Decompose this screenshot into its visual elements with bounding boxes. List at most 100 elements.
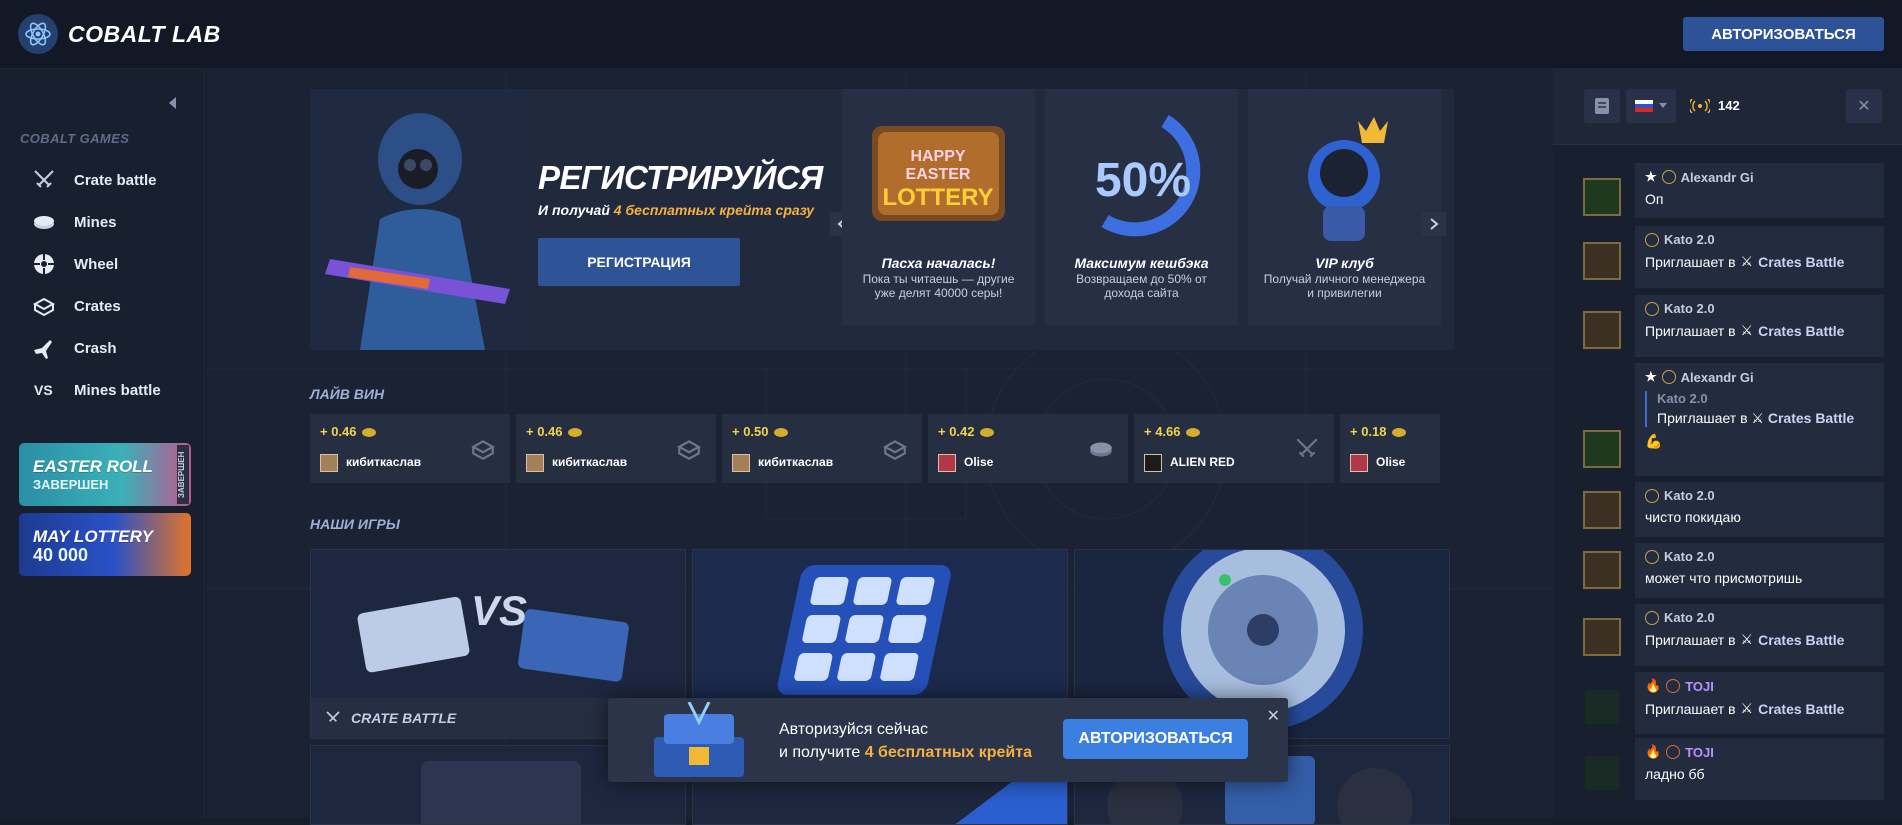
sidebar-item-wheel[interactable]: Wheel <box>30 249 118 279</box>
sidebar-item-mines-battle[interactable]: VS Mines battle <box>30 375 161 405</box>
russia-flag-icon <box>1635 100 1653 112</box>
register-button[interactable]: РЕГИСТРАЦИЯ <box>538 238 740 286</box>
avatar <box>320 454 338 472</box>
live-win-item[interactable]: + 4.66 ALIEN RED <box>1134 414 1334 483</box>
may-lottery-promo[interactable]: MAY LOTTERY 40 000 <box>19 513 191 576</box>
coin-icon <box>1391 428 1406 438</box>
promo-side-label: ЗАВЕРШЕН <box>177 445 189 504</box>
close-icon[interactable]: ✕ <box>1267 706 1280 726</box>
live-win-item[interactable]: + 0.46 кибиткаслав <box>310 414 510 483</box>
chat-text-prefix: Приглашает в <box>1645 631 1736 648</box>
live-win-item[interactable]: + 0.42 Olise <box>928 414 1128 483</box>
chat-rules-button[interactable] <box>1584 89 1620 123</box>
news-card-cashback[interactable]: 50% Максимум кешбэка Возвращаем до 50% о… <box>1045 89 1238 325</box>
crates-battle-link[interactable]: Crates Battle <box>1758 632 1844 648</box>
sidebar-item-crates[interactable]: Crates <box>30 291 121 321</box>
avatar <box>1144 454 1162 472</box>
live-win-item[interactable]: + 0.18 Olise <box>1340 414 1440 483</box>
win-username: кибиткаслав <box>552 455 628 469</box>
win-amount-value: + 0.18 <box>1350 424 1387 439</box>
avatar[interactable] <box>1583 242 1621 280</box>
easter-lottery-image: HAPPY EASTER LOTTERY <box>872 126 1005 221</box>
popup-highlight: 4 бесплатных крейта <box>864 744 1032 761</box>
chat-username[interactable]: 🔥 TOJI <box>1645 744 1874 760</box>
popup-line-1: Авторизуйся сейчас <box>779 721 928 738</box>
auth-popup: Авторизуйся сейчас и получите 4 бесплатн… <box>608 698 1288 782</box>
avatar[interactable] <box>1583 311 1621 349</box>
sidebar-item-crate-battle[interactable]: Crate battle <box>30 165 157 195</box>
chat-message: Kato 2.0 Приглашает в ⚔ Crates Battle <box>1635 295 1884 357</box>
language-select[interactable] <box>1626 89 1676 123</box>
star-icon: ★ <box>1645 369 1657 384</box>
chat-username[interactable]: ★ Alexandr Gi <box>1645 169 1874 185</box>
live-win-item[interactable]: + 0.46 кибиткаслав <box>516 414 716 483</box>
svg-text:50%: 50% <box>1095 154 1191 207</box>
win-amount: + 0.46 <box>320 424 376 439</box>
soldier-illustration <box>310 89 530 350</box>
avatar <box>1350 454 1368 472</box>
sidebar-item-label: Wheel <box>74 255 119 273</box>
chat-header: 142 ✕ <box>1553 69 1902 145</box>
coin-icon <box>773 428 788 438</box>
swords-icon <box>1296 438 1318 458</box>
reply-quote: Kato 2.0 Приглашает в ⚔ Crates Battle <box>1645 391 1874 427</box>
chat-message: 🔥 TOJI ладно бб <box>1635 738 1884 800</box>
avatar[interactable] <box>1583 551 1621 589</box>
logo[interactable]: COBALT LAB <box>18 14 221 54</box>
collapse-sidebar-icon[interactable] <box>169 97 176 109</box>
crates-battle-link[interactable]: Crates Battle <box>1768 410 1854 426</box>
crates-battle-link[interactable]: Crates Battle <box>1758 323 1844 339</box>
rank-badge-icon <box>1645 301 1659 316</box>
chat-username[interactable]: Kato 2.0 <box>1645 610 1874 625</box>
news-card-vip[interactable]: VIP клуб Получай личного менеджера и при… <box>1248 89 1441 325</box>
win-username: кибиткаслав <box>346 455 422 469</box>
avatar[interactable] <box>1583 754 1621 792</box>
live-win-item[interactable]: + 0.50 кибиткаслав <box>722 414 922 483</box>
chat-username-text: Kato 2.0 <box>1664 232 1715 247</box>
online-count: 142 <box>1718 98 1740 113</box>
news-description: Получай личного менеджера и привилегии <box>1263 272 1426 300</box>
sidebar-item-mines[interactable]: Mines <box>30 207 117 237</box>
sidebar-item-crash[interactable]: Crash <box>30 333 117 363</box>
chevron-down-icon <box>1659 103 1667 108</box>
popup-line-2-prefix: и получите <box>779 744 865 761</box>
chat-username[interactable]: Kato 2.0 <box>1645 488 1874 503</box>
crates-battle-link[interactable]: Crates Battle <box>1758 254 1844 270</box>
avatar[interactable] <box>1583 618 1621 656</box>
news-description: Пока ты читаешь — другие уже делят 40000… <box>862 272 1015 300</box>
chat-username-text: Kato 2.0 <box>1664 488 1715 503</box>
vs-icon: VS <box>30 376 58 404</box>
avatar <box>526 454 544 472</box>
wheel-icon <box>30 250 58 278</box>
next-slide-button[interactable] <box>1422 212 1446 236</box>
crate-battle-image: VS <box>311 550 685 700</box>
avatar[interactable] <box>1583 178 1621 216</box>
avatar[interactable] <box>1583 430 1621 468</box>
top-bar: COBALT LAB АВТОРИЗОВАТЬСЯ <box>0 0 1902 69</box>
promo-title: EASTER ROLL <box>33 457 153 476</box>
chat-username[interactable]: Kato 2.0 <box>1645 549 1874 564</box>
chat-username-text: Alexandr Gi <box>1680 169 1754 185</box>
close-chat-button[interactable]: ✕ <box>1846 89 1882 123</box>
win-amount-value: + 0.46 <box>320 424 357 439</box>
popup-login-button[interactable]: АВТОРИЗОВАТЬСЯ <box>1063 719 1248 759</box>
news-title: Максимум кешбэка <box>1074 255 1209 271</box>
our-games-title: НАШИ ИГРЫ <box>310 516 400 532</box>
news-card-easter[interactable]: HAPPY EASTER LOTTERY Пасха началась! Пок… <box>842 89 1035 325</box>
easter-roll-promo[interactable]: EASTER ROLL ЗАВЕРШЕН ЗАВЕРШЕН <box>19 443 191 506</box>
crates-battle-link[interactable]: Crates Battle <box>1758 701 1844 717</box>
chat-username[interactable]: ★ Alexandr Gi <box>1645 369 1874 385</box>
chat-username[interactable]: Kato 2.0 <box>1645 232 1874 247</box>
chat-username[interactable]: 🔥 TOJI <box>1645 678 1874 694</box>
close-icon: ✕ <box>1857 98 1871 115</box>
swords-icon: ⚔ <box>1740 253 1754 269</box>
crate-icon <box>30 292 58 320</box>
login-button[interactable]: АВТОРИЗОВАТЬСЯ <box>1683 17 1884 51</box>
chat-username[interactable]: Kato 2.0 <box>1645 301 1874 316</box>
fire-icon: 🔥 <box>1645 744 1662 759</box>
chevron-right-icon <box>1430 218 1439 230</box>
avatar[interactable] <box>1583 688 1621 726</box>
news-description: Возвращаем до 50% от дохода сайта <box>1076 272 1207 300</box>
avatar[interactable] <box>1583 491 1621 529</box>
chat-username-text: Kato 2.0 <box>1664 549 1715 564</box>
